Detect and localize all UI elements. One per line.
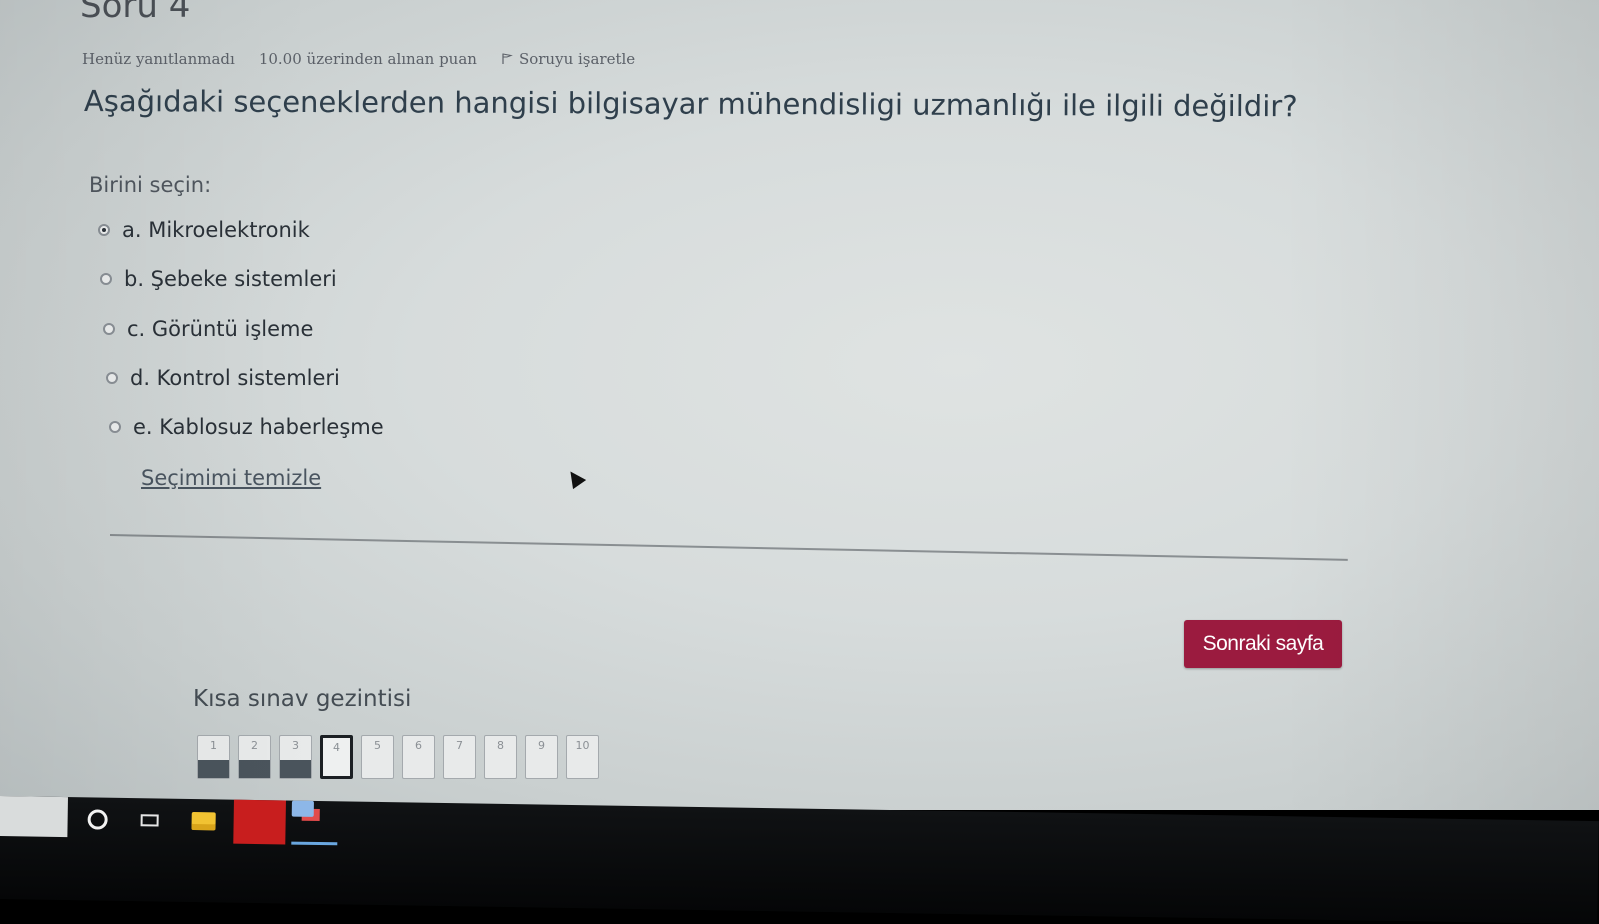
answer-label: b. Şebeke sistemleri (124, 267, 337, 291)
question-title: Soru 4 (80, 0, 191, 26)
answer-label: d. Kontrol sistemleri (130, 366, 340, 390)
answer-label: c. Görüntü işleme (127, 317, 314, 341)
quiz-nav-button[interactable]: 2 (238, 735, 271, 779)
quiz-nav-button[interactable]: 10 (566, 735, 599, 779)
windows-taskbar (0, 796, 1599, 924)
quiz-nav-button[interactable]: 3 (279, 735, 312, 779)
flag-icon (502, 53, 513, 64)
quiz-navigation-grid: 1 2 3 4 5 6 7 8 9 10 (197, 735, 599, 779)
answer-option-e[interactable]: e. Kablosuz haberleşme (109, 415, 384, 439)
answer-label: e. Kablosuz haberleşme (133, 415, 384, 439)
flag-question-link[interactable]: Soruyu işaretle (501, 50, 635, 68)
quiz-nav-button[interactable]: 4 (320, 735, 353, 779)
radio-button[interactable] (106, 372, 118, 384)
quiz-navigation-title: Kısa sınav gezintisi (193, 686, 412, 712)
flag-question-label: Soruyu işaretle (518, 50, 636, 68)
quiz-nav-button[interactable]: 7 (443, 735, 476, 779)
answer-label: a. Mikroelektronik (122, 218, 310, 242)
next-page-button[interactable]: Sonraki sayfa (1184, 620, 1342, 668)
question-info: Henüz yanıtlanmadı 10.00 üzerinden alına… (82, 50, 635, 68)
task-view-icon[interactable] (127, 798, 172, 843)
question-status: Henüz yanıtlanmadı (82, 50, 235, 68)
quiz-nav-button[interactable]: 8 (484, 735, 517, 779)
red-app-icon[interactable] (233, 799, 286, 845)
question-text: Aşağıdaki seçeneklerden hangisi bilgisay… (83, 84, 1298, 124)
question-points: 10.00 üzerinden alınan puan (258, 50, 477, 68)
section-divider (109, 534, 1348, 561)
answer-option-c[interactable]: c. Görüntü işleme (103, 317, 313, 341)
radio-button[interactable] (98, 224, 110, 236)
browser-viewport: Soru 4 Henüz yanıtlanmadı 10.00 üzerinde… (0, 0, 1599, 810)
answer-option-d[interactable]: d. Kontrol sistemleri (106, 366, 340, 390)
mouse-cursor-icon (563, 466, 587, 490)
taskbar-left-edge (0, 796, 68, 838)
radio-button[interactable] (103, 323, 115, 335)
quiz-nav-button[interactable]: 6 (402, 735, 435, 779)
clear-selection-link[interactable]: Seçimimi temizle (141, 466, 321, 490)
search-icon[interactable] (75, 797, 120, 842)
answer-option-b[interactable]: b. Şebeke sistemleri (100, 267, 337, 291)
active-app-icon[interactable] (291, 800, 338, 846)
quiz-nav-button[interactable]: 5 (361, 735, 394, 779)
answer-option-a[interactable]: a. Mikroelektronik (98, 218, 310, 242)
file-explorer-icon[interactable] (181, 799, 226, 844)
radio-button[interactable] (100, 273, 112, 285)
radio-button[interactable] (109, 421, 121, 433)
quiz-nav-button[interactable]: 9 (525, 735, 558, 779)
quiz-nav-button[interactable]: 1 (197, 735, 230, 779)
answer-prompt: Birini seçin: (89, 173, 212, 197)
